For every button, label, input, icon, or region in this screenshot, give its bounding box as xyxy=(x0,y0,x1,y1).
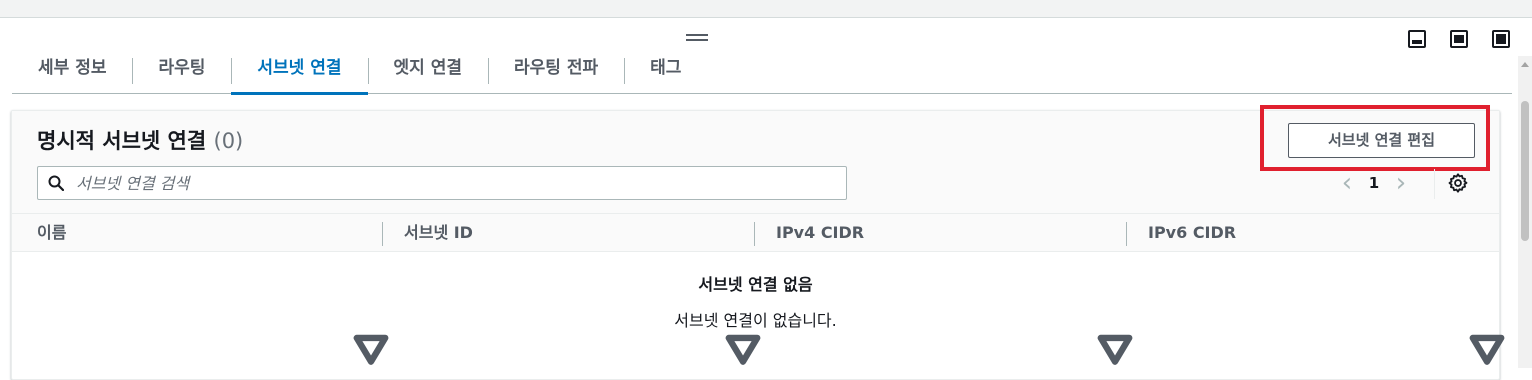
column-header-label: 서브넷 ID xyxy=(404,223,473,242)
sort-caret-icon[interactable] xyxy=(1096,330,1134,368)
scroll-up-arrow-icon[interactable] xyxy=(1521,62,1529,67)
tab-routes[interactable]: 라우팅 xyxy=(132,50,231,94)
search-icon xyxy=(48,175,64,191)
sort-caret-icon[interactable] xyxy=(1468,330,1506,368)
top-bar xyxy=(0,0,1532,18)
scrollbar[interactable] xyxy=(1518,56,1532,368)
subnet-associations-panel: 명시적 서브넷 연결 (0) 서브넷 연결 편집 ‹ 1 › 이름 서브넷 ID xyxy=(11,105,1505,380)
empty-state-description: 서브넷 연결이 없습니다. xyxy=(674,311,837,330)
gear-icon[interactable] xyxy=(1447,172,1469,194)
tab-route-propagation[interactable]: 라우팅 전파 xyxy=(488,50,624,94)
search-input[interactable] xyxy=(76,170,836,196)
layout-controls xyxy=(1408,30,1510,48)
column-divider xyxy=(1126,222,1127,246)
empty-state: 서브넷 연결 없음 서브넷 연결이 없습니다. xyxy=(12,271,1499,331)
chevron-right-icon[interactable]: › xyxy=(1386,169,1416,197)
tab-tags[interactable]: 태그 xyxy=(624,50,707,94)
tab-bar: 세부 정보 라우팅 서브넷 연결 엣지 연결 라우팅 전파 태그 xyxy=(12,50,1512,95)
tab-details[interactable]: 세부 정보 xyxy=(12,50,132,94)
column-header-label: 이름 xyxy=(37,223,67,242)
drag-handle-icon[interactable] xyxy=(686,34,708,42)
panel-count: (0) xyxy=(213,129,244,153)
panel-title: 명시적 서브넷 연결 (0) xyxy=(37,125,243,155)
pager-divider xyxy=(1434,169,1435,199)
panel-header: 명시적 서브넷 연결 (0) 서브넷 연결 편집 ‹ 1 › xyxy=(12,105,1499,214)
split-half-icon[interactable] xyxy=(1450,30,1468,48)
column-divider xyxy=(382,222,383,246)
maximize-panel-icon[interactable] xyxy=(1492,30,1510,48)
chevron-left-icon[interactable]: ‹ xyxy=(1332,169,1362,197)
column-header-label: IPv4 CIDR xyxy=(776,223,865,242)
column-header-ipv4-cidr[interactable]: IPv4 CIDR xyxy=(776,214,864,252)
pagination: ‹ 1 › xyxy=(1332,169,1416,197)
column-divider xyxy=(754,222,755,246)
highlight-box xyxy=(1260,105,1490,171)
column-header-label: IPv6 CIDR xyxy=(1148,223,1237,242)
scrollbar-thumb[interactable] xyxy=(1521,101,1529,241)
tab-edge-associations[interactable]: 엣지 연결 xyxy=(367,50,488,94)
sort-caret-icon[interactable] xyxy=(724,330,762,368)
panel-title-text: 명시적 서브넷 연결 xyxy=(37,129,207,153)
search-box[interactable] xyxy=(37,166,847,200)
column-header-name[interactable]: 이름 xyxy=(37,214,66,252)
empty-state-title: 서브넷 연결 없음 xyxy=(698,275,813,294)
split-bottom-icon[interactable] xyxy=(1408,30,1426,48)
column-header-subnet-id[interactable]: 서브넷 ID xyxy=(404,214,473,252)
tab-subnet-associations[interactable]: 서브넷 연결 xyxy=(231,50,368,95)
sort-caret-icon[interactable] xyxy=(352,330,390,368)
column-header-ipv6-cidr[interactable]: IPv6 CIDR xyxy=(1148,214,1236,252)
table-header: 이름 서브넷 ID IPv4 CIDR IPv6 CIDR xyxy=(12,214,1505,365)
page-number[interactable]: 1 xyxy=(1362,174,1386,192)
